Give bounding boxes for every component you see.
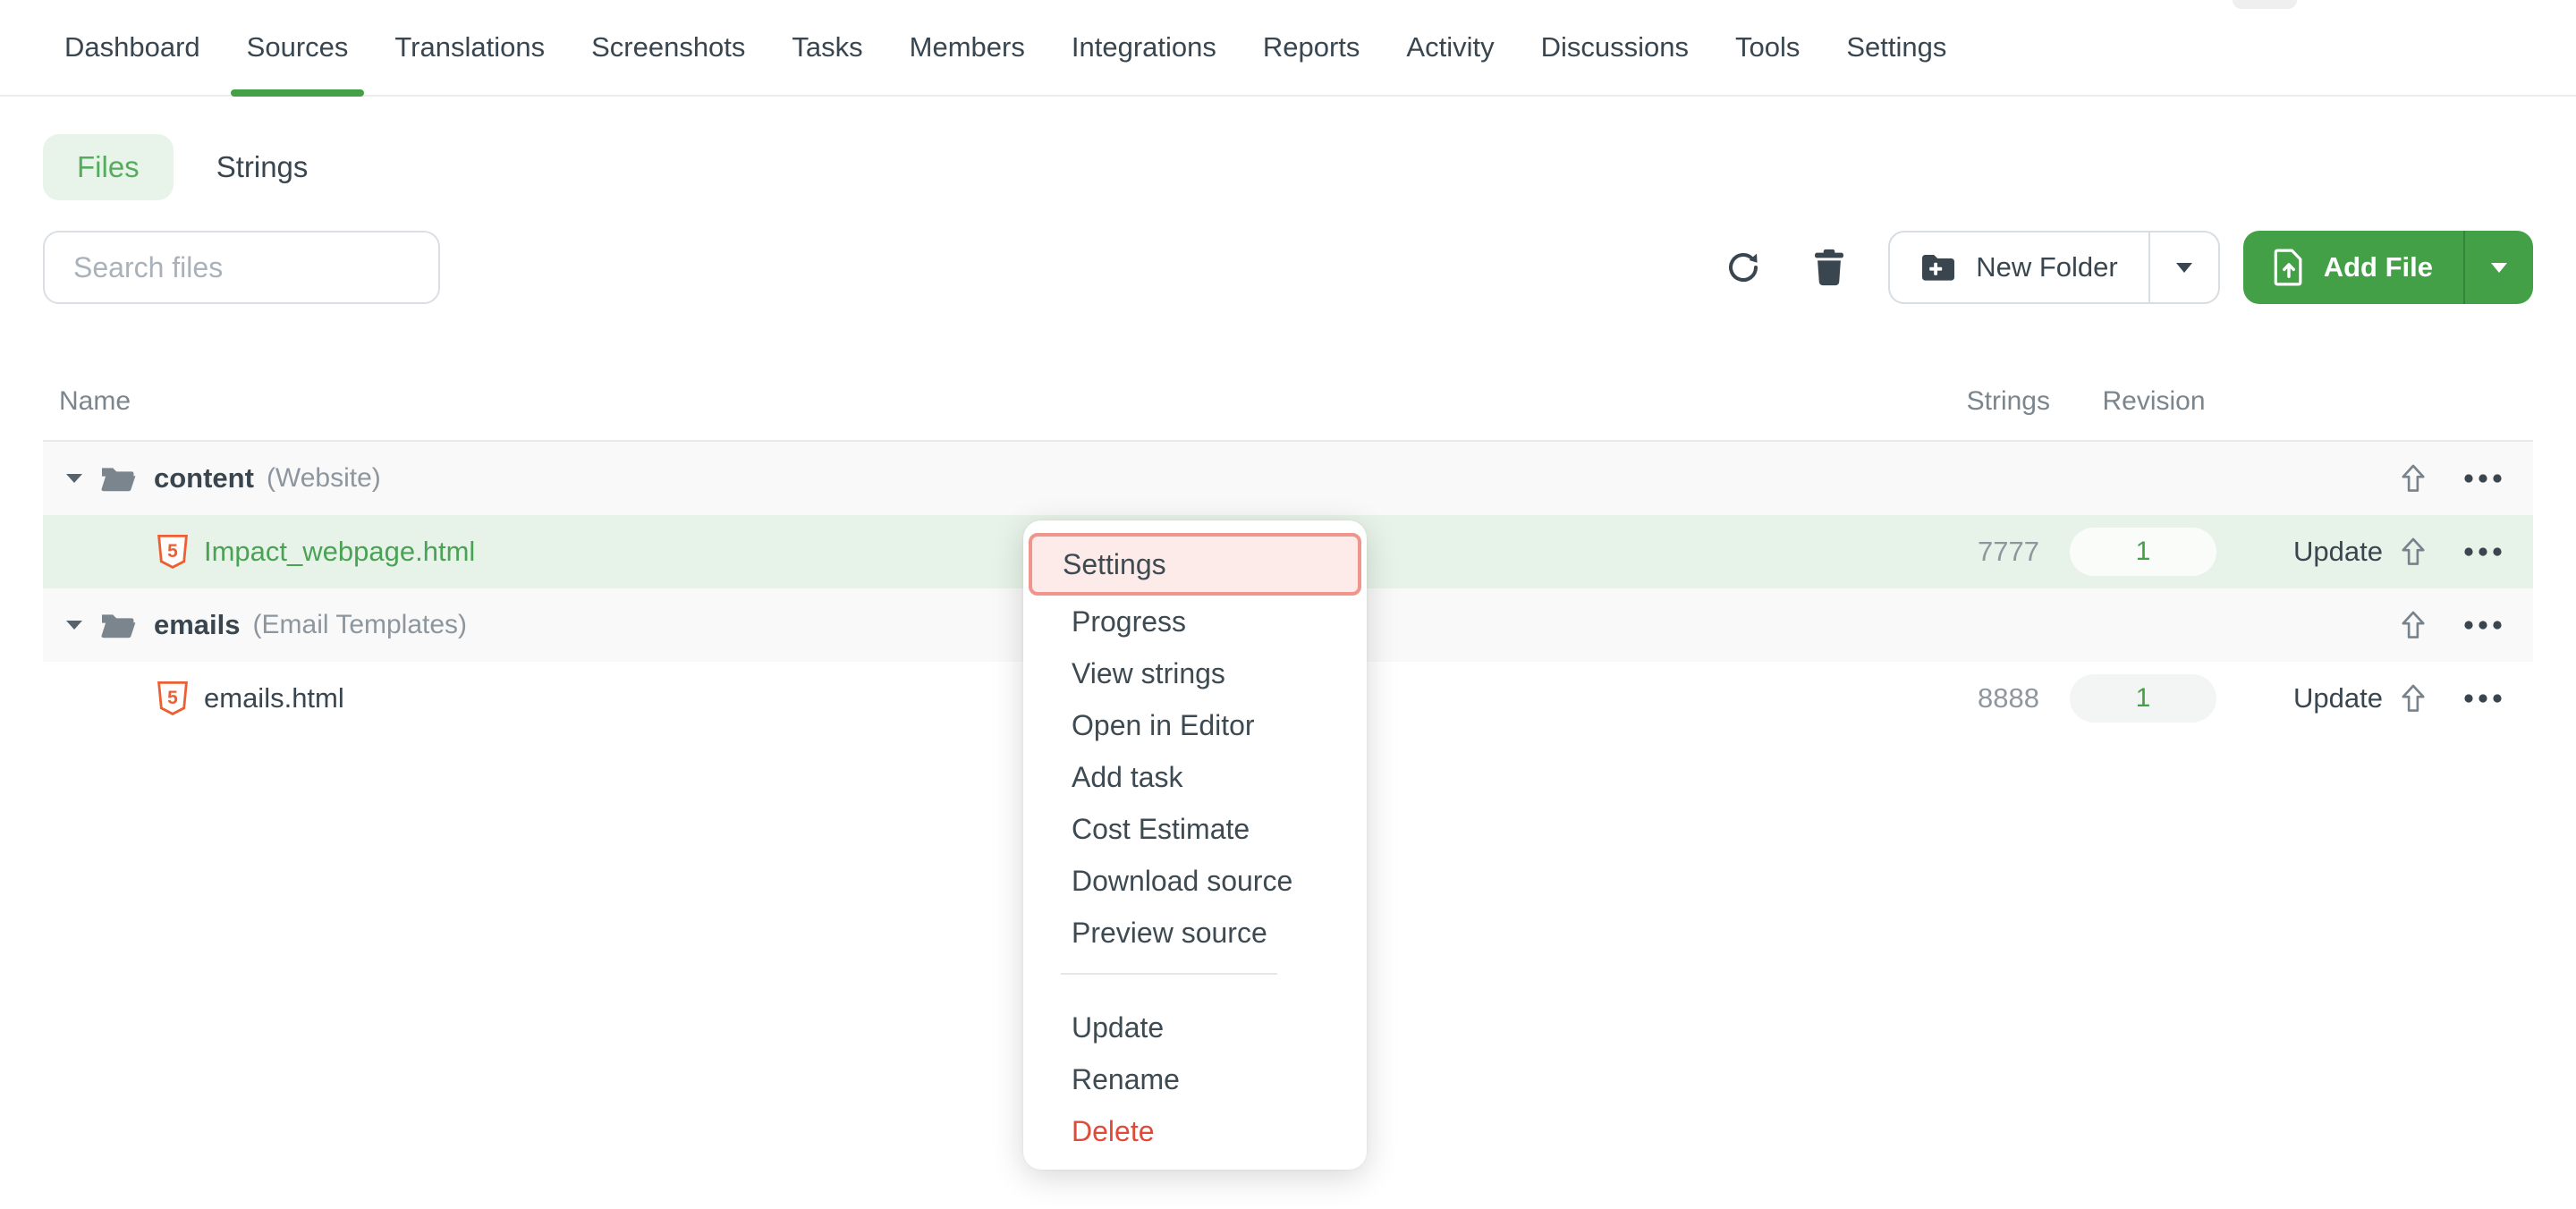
strings-count: 7777 bbox=[1978, 536, 2039, 567]
svg-text:5: 5 bbox=[167, 541, 178, 562]
add-file-label: Add File bbox=[2324, 251, 2433, 283]
collapse-folder-button[interactable] bbox=[66, 470, 82, 486]
table-row-folder-content[interactable]: content (Website) bbox=[43, 442, 2533, 515]
upload-arrow-icon bbox=[2400, 463, 2427, 494]
caret-down-icon bbox=[2176, 263, 2192, 273]
new-folder-dropdown-button[interactable] bbox=[2150, 232, 2218, 302]
new-folder-label: New Folder bbox=[1976, 251, 2118, 283]
header-name: Name bbox=[43, 386, 1853, 417]
upload-translations-button[interactable] bbox=[2393, 603, 2434, 647]
folder-note: (Website) bbox=[267, 463, 381, 494]
ellipsis-icon bbox=[2463, 546, 2503, 557]
nav-item-tools[interactable]: Tools bbox=[1712, 0, 1823, 95]
file-name: emails.html bbox=[204, 682, 344, 714]
upload-translations-button[interactable] bbox=[2393, 529, 2434, 574]
upload-translations-button[interactable] bbox=[2393, 456, 2434, 501]
ellipsis-icon bbox=[2463, 473, 2503, 484]
new-folder-split-button: New Folder bbox=[1888, 231, 2220, 304]
nav-item-tasks[interactable]: Tasks bbox=[768, 0, 886, 95]
nav-item-activity[interactable]: Activity bbox=[1383, 0, 1517, 95]
nav-item-screenshots[interactable]: Screenshots bbox=[568, 0, 768, 95]
upload-arrow-icon bbox=[2400, 537, 2427, 567]
file-context-menu: Settings Progress View strings Open in E… bbox=[1023, 520, 1367, 1170]
menu-divider bbox=[1061, 973, 1277, 975]
nav-item-reports[interactable]: Reports bbox=[1240, 0, 1384, 95]
file-upload-icon bbox=[2274, 249, 2304, 286]
refresh-icon bbox=[1724, 249, 1762, 286]
add-file-split-button: Add File bbox=[2243, 231, 2533, 304]
strings-count: 8888 bbox=[1978, 682, 2039, 714]
header-strings: Strings bbox=[1853, 386, 2050, 417]
more-actions-button[interactable] bbox=[2456, 466, 2510, 491]
nav-item-integrations[interactable]: Integrations bbox=[1048, 0, 1240, 95]
menu-item-view-strings[interactable]: View strings bbox=[1023, 647, 1367, 699]
new-folder-button[interactable]: New Folder bbox=[1890, 232, 2148, 302]
menu-item-add-task[interactable]: Add task bbox=[1023, 751, 1367, 803]
more-actions-button[interactable] bbox=[2456, 686, 2510, 711]
folder-note: (Email Templates) bbox=[253, 610, 468, 640]
upload-arrow-icon bbox=[2400, 683, 2427, 714]
refresh-button[interactable] bbox=[1713, 231, 1774, 304]
file-name: Impact_webpage.html bbox=[204, 536, 475, 568]
nav-item-dashboard[interactable]: Dashboard bbox=[41, 0, 224, 95]
revision-badge[interactable]: 1 bbox=[2070, 674, 2216, 723]
caret-down-icon bbox=[2491, 263, 2507, 273]
search-input[interactable] bbox=[43, 231, 440, 304]
collapse-folder-button[interactable] bbox=[66, 617, 82, 633]
upload-arrow-icon bbox=[2400, 610, 2427, 640]
source-view-tabs: Files Strings bbox=[43, 134, 2576, 200]
menu-item-progress[interactable]: Progress bbox=[1023, 596, 1367, 647]
tab-strings[interactable]: Strings bbox=[216, 150, 309, 184]
menu-item-delete[interactable]: Delete bbox=[1023, 1105, 1367, 1157]
nav-item-sources[interactable]: Sources bbox=[224, 0, 372, 95]
trash-icon bbox=[1812, 249, 1846, 286]
menu-item-open-in-editor[interactable]: Open in Editor bbox=[1023, 699, 1367, 751]
html5-file-icon: 5 bbox=[157, 535, 188, 569]
upload-translations-button[interactable] bbox=[2393, 676, 2434, 721]
tab-files[interactable]: Files bbox=[43, 134, 174, 200]
more-actions-button[interactable] bbox=[2456, 539, 2510, 564]
update-link[interactable]: Update bbox=[2293, 682, 2383, 714]
add-file-button[interactable]: Add File bbox=[2243, 231, 2463, 304]
folder-name: content bbox=[154, 462, 254, 495]
folder-open-icon bbox=[100, 611, 136, 639]
folder-open-icon bbox=[100, 464, 136, 493]
ellipsis-icon bbox=[2463, 693, 2503, 704]
svg-text:5: 5 bbox=[167, 688, 178, 708]
header-revision: Revision bbox=[2050, 386, 2258, 417]
menu-item-preview-source[interactable]: Preview source bbox=[1023, 907, 1367, 959]
update-link[interactable]: Update bbox=[2293, 536, 2383, 567]
nav-item-members[interactable]: Members bbox=[886, 0, 1048, 95]
top-edge-artifact bbox=[2233, 0, 2297, 9]
nav-item-translations[interactable]: Translations bbox=[371, 0, 568, 95]
revision-badge[interactable]: 1 bbox=[2070, 528, 2216, 576]
menu-item-download-source[interactable]: Download source bbox=[1023, 855, 1367, 907]
folder-name: emails bbox=[154, 609, 241, 641]
menu-item-settings[interactable]: Settings bbox=[1029, 533, 1361, 596]
sources-page: Dashboard Sources Translations Screensho… bbox=[0, 0, 2576, 1209]
add-file-dropdown-button[interactable] bbox=[2465, 231, 2533, 304]
more-actions-button[interactable] bbox=[2456, 613, 2510, 638]
ellipsis-icon bbox=[2463, 620, 2503, 630]
table-header: Name Strings Revision bbox=[43, 304, 2533, 442]
delete-selected-button[interactable] bbox=[1799, 231, 1860, 304]
files-toolbar: New Folder Add File bbox=[43, 231, 2533, 304]
menu-item-update[interactable]: Update bbox=[1023, 1002, 1367, 1053]
html5-file-icon: 5 bbox=[157, 681, 188, 715]
menu-item-cost-estimate[interactable]: Cost Estimate bbox=[1023, 803, 1367, 855]
nav-item-discussions[interactable]: Discussions bbox=[1518, 0, 1712, 95]
nav-item-settings[interactable]: Settings bbox=[1823, 0, 1970, 95]
folder-plus-icon bbox=[1920, 252, 1956, 283]
project-nav: Dashboard Sources Translations Screensho… bbox=[0, 0, 2576, 97]
menu-item-rename[interactable]: Rename bbox=[1023, 1053, 1367, 1105]
